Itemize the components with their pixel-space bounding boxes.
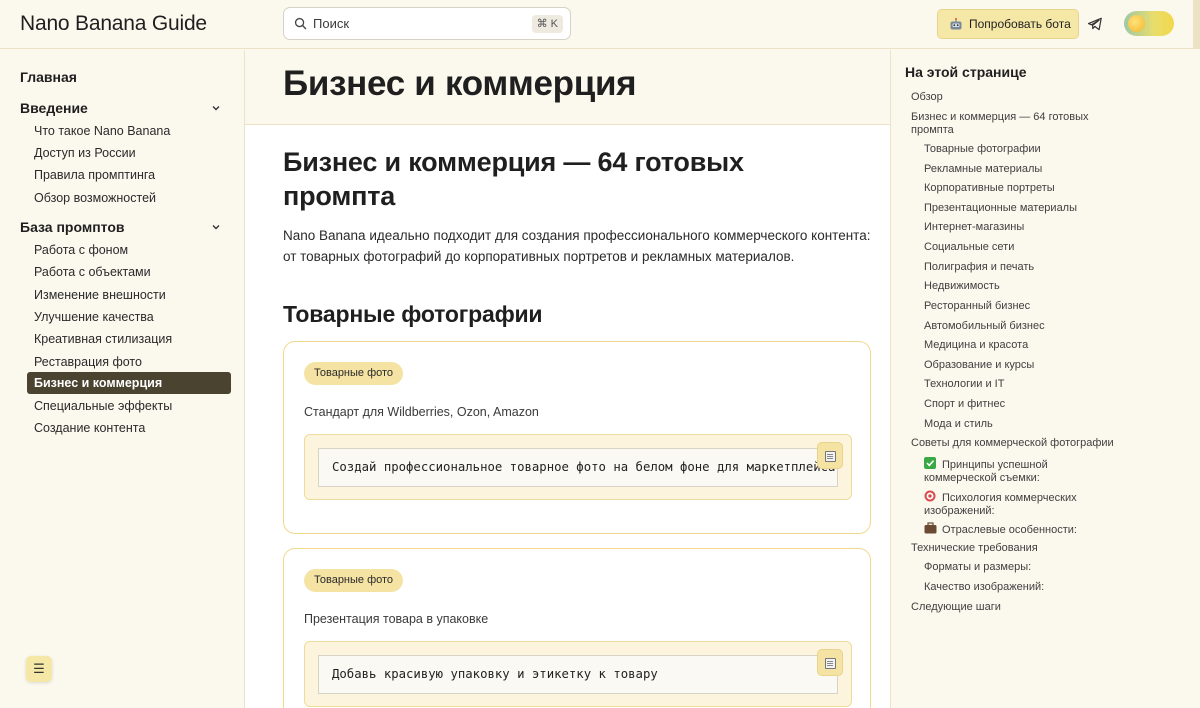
toc-item[interactable]: Ресторанный бизнес: [924, 300, 1129, 313]
prompt-box: Добавь красивую упаковку и этикетку к то…: [304, 641, 852, 707]
sidebar-item-appearance[interactable]: Изменение внешности: [27, 284, 231, 306]
prompt-card: Товарные фото Стандарт для Wildberries, …: [283, 341, 871, 534]
robot-icon: [950, 17, 962, 29]
toc-item[interactable]: Форматы и размеры:: [924, 561, 1129, 574]
sidebar-item-overview[interactable]: Обзор возможностей: [27, 187, 231, 209]
target-icon: [924, 490, 936, 502]
toc-item[interactable]: Следующие шаги: [911, 601, 1116, 614]
toc-item[interactable]: Недвижимость: [924, 280, 1129, 293]
sidebar-item-business[interactable]: Бизнес и коммерция: [27, 372, 231, 394]
toc-title: На этой странице: [905, 64, 1027, 80]
page-header: Бизнес и коммерция: [245, 50, 890, 125]
sidebar-nav: Главная Введение Что такое Nano Banana Д…: [0, 50, 245, 708]
toc-item-label: Психология коммерческих изображений:: [924, 492, 1077, 517]
toc-item[interactable]: Качество изображений:: [924, 581, 1129, 594]
main-content: Бизнес и коммерция Бизнес и коммерция — …: [245, 50, 890, 708]
clipboard-icon: [825, 658, 836, 669]
toc-item[interactable]: Автомобильный бизнес: [924, 320, 1129, 333]
search-icon: [294, 17, 307, 30]
category-badge: Товарные фото: [304, 362, 404, 385]
toc-item[interactable]: Обзор: [911, 91, 1116, 104]
category-badge: Товарные фото: [304, 569, 404, 592]
search-placeholder: Поиск: [313, 16, 350, 31]
sidebar-item-background[interactable]: Работа с фоном: [27, 239, 231, 261]
telegram-icon[interactable]: [1087, 16, 1103, 32]
toc-item[interactable]: Товарные фотографии: [924, 143, 1129, 156]
toc-item[interactable]: Спорт и фитнес: [924, 398, 1129, 411]
try-bot-button[interactable]: Попробовать бота: [937, 9, 1079, 39]
toc-item[interactable]: Бизнес и коммерция — 64 готовых промпта: [911, 111, 1116, 137]
prompt-text[interactable]: Создай профессиональное товарное фото на…: [318, 448, 838, 487]
section-heading: Бизнес и коммерция — 64 готовых промпта: [283, 147, 744, 211]
toc-item-label: Принципы успешной коммерческой съемки:: [924, 459, 1048, 484]
toc-item[interactable]: Образование и курсы: [924, 359, 1129, 372]
toc-item-label: Отраслевые особенности:: [942, 524, 1077, 536]
sidebar-section-label: База промптов: [20, 219, 125, 235]
briefcase-icon: [924, 522, 937, 534]
sidebar-item-content[interactable]: Создание контента: [27, 417, 231, 439]
site-title[interactable]: Nano Banana Guide: [20, 12, 207, 36]
try-bot-label: Попробовать бота: [969, 17, 1071, 31]
theme-toggle[interactable]: [1124, 11, 1174, 36]
toc-item[interactable]: Интернет-магазины: [924, 221, 1129, 234]
toc-item[interactable]: Принципы успешной коммерческой съемки:: [924, 457, 1094, 485]
toc-item[interactable]: Советы для коммерческой фотографии: [911, 437, 1116, 450]
scrollbar-edge: [1193, 0, 1200, 49]
card-description: Стандарт для Wildberries, Ozon, Amazon: [304, 405, 539, 419]
toc-item[interactable]: Медицина и красота: [924, 339, 1129, 352]
search-input[interactable]: Поиск ⌘ K: [283, 7, 571, 40]
sidebar-item-restoration[interactable]: Реставрация фото: [27, 351, 231, 373]
card-description: Презентация товара в упаковке: [304, 612, 489, 626]
toc-item[interactable]: Корпоративные портреты: [924, 182, 1129, 195]
sidebar-section-label: Введение: [20, 100, 88, 116]
intro-paragraph: Nano Banana идеально подходит для создан…: [283, 228, 871, 264]
menu-button[interactable]: ☰: [26, 656, 52, 682]
sidebar-item-quality[interactable]: Улучшение качества: [27, 306, 231, 328]
table-of-contents: На этой странице Обзор Бизнес и коммерци…: [890, 50, 1200, 708]
sidebar-item-stylization[interactable]: Креативная стилизация: [27, 328, 231, 350]
toc-item[interactable]: Мода и стиль: [924, 418, 1129, 431]
clipboard-icon: [825, 451, 836, 462]
sidebar-item-what-is[interactable]: Что такое Nano Banana: [27, 120, 231, 142]
prompt-box: Создай профессиональное товарное фото на…: [304, 434, 852, 500]
toc-item[interactable]: Рекламные материалы: [924, 163, 1129, 176]
sidebar-item-access[interactable]: Доступ из России: [27, 142, 231, 164]
search-shortcut: ⌘ K: [531, 15, 563, 33]
prompt-card: Товарные фото Презентация товара в упако…: [283, 548, 871, 708]
toc-item[interactable]: Презентационные материалы: [924, 202, 1129, 215]
toc-item[interactable]: Психология коммерческих изображений:: [924, 490, 1094, 518]
check-mark-icon: [924, 457, 936, 469]
sidebar-section-intro[interactable]: Введение: [20, 100, 225, 116]
toc-item[interactable]: Технические требования: [911, 542, 1116, 555]
toc-item[interactable]: Технологии и IT: [924, 378, 1129, 391]
sidebar-item-home[interactable]: Главная: [20, 69, 77, 85]
sidebar-item-effects[interactable]: Специальные эффекты: [27, 395, 231, 417]
prompt-text[interactable]: Добавь красивую упаковку и этикетку к то…: [318, 655, 838, 694]
sidebar-item-rules[interactable]: Правила промптинга: [27, 164, 231, 186]
subsection-heading: Товарные фотографии: [283, 301, 543, 327]
top-header: Nano Banana Guide Поиск ⌘ K Попробовать …: [0, 0, 1200, 49]
copy-button[interactable]: [817, 442, 843, 469]
sidebar-item-objects[interactable]: Работа с объектами: [27, 261, 231, 283]
sun-icon: [1128, 15, 1145, 32]
toc-item[interactable]: Полиграфия и печать: [924, 261, 1129, 274]
copy-button[interactable]: [817, 649, 843, 676]
chevron-down-icon: [212, 106, 220, 111]
page-title: Бизнес и коммерция: [283, 64, 637, 103]
chevron-down-icon: [212, 225, 220, 230]
toc-item[interactable]: Отраслевые особенности:: [924, 522, 1129, 537]
sidebar-section-prompts[interactable]: База промптов: [20, 219, 225, 235]
toc-item[interactable]: Социальные сети: [924, 241, 1129, 254]
